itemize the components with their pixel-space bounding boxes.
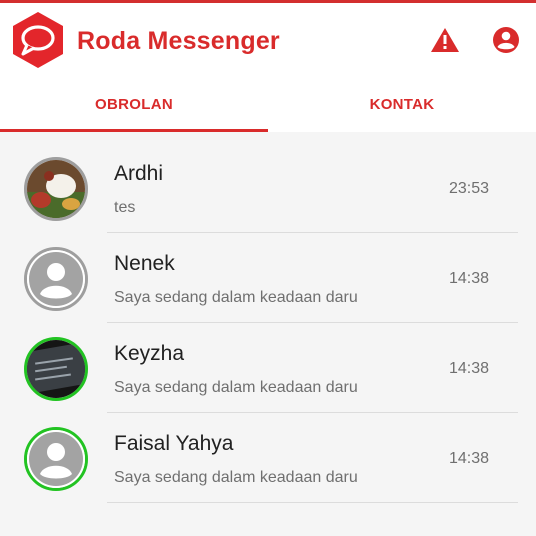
- app-title: Roda Messenger: [77, 27, 280, 55]
- message-time: 14:38: [449, 360, 490, 377]
- avatar: [24, 247, 88, 311]
- contact-name: Keyzha: [114, 342, 185, 365]
- food-photo-icon: [27, 160, 85, 218]
- avatar: [24, 157, 88, 221]
- warning-icon[interactable]: [430, 25, 460, 55]
- avatar: [24, 427, 88, 491]
- message-time: 14:38: [449, 450, 490, 467]
- chat-row-keyzha[interactable]: Keyzha Saya sedang dalam keadaan daru 14…: [0, 323, 536, 413]
- avatar: [24, 337, 88, 401]
- dark-photo-icon: [27, 340, 85, 398]
- active-tab-indicator: [0, 129, 268, 132]
- last-message: Saya sedang dalam keadaan daru: [114, 469, 358, 486]
- last-message: Saya sedang dalam keadaan daru: [114, 379, 358, 396]
- chat-row-nenek[interactable]: Nenek Saya sedang dalam keadaan daru 14:…: [0, 233, 536, 323]
- message-time: 23:53: [449, 180, 490, 197]
- contact-name: Faisal Yahya: [114, 432, 234, 455]
- last-message: Saya sedang dalam keadaan daru: [114, 289, 358, 306]
- app-logo-icon: [13, 12, 63, 68]
- contact-name: Nenek: [114, 252, 175, 275]
- chat-row-ardhi[interactable]: Ardhi tes 23:53: [0, 143, 536, 233]
- app-bar: Roda Messenger: [0, 3, 536, 80]
- tab-bar: OBROLAN KONTAK: [0, 80, 536, 132]
- message-time: 14:38: [449, 270, 490, 287]
- account-icon[interactable]: [491, 25, 521, 55]
- last-message: tes: [114, 199, 136, 216]
- row-divider: [107, 502, 518, 503]
- tab-obrolan[interactable]: OBROLAN: [0, 80, 268, 129]
- tab-kontak[interactable]: KONTAK: [268, 80, 536, 129]
- contact-name: Ardhi: [114, 162, 164, 185]
- default-avatar-icon: [27, 430, 85, 488]
- chat-row-faisal-yahya[interactable]: Faisal Yahya Saya sedang dalam keadaan d…: [0, 413, 536, 503]
- default-avatar-icon: [27, 250, 85, 308]
